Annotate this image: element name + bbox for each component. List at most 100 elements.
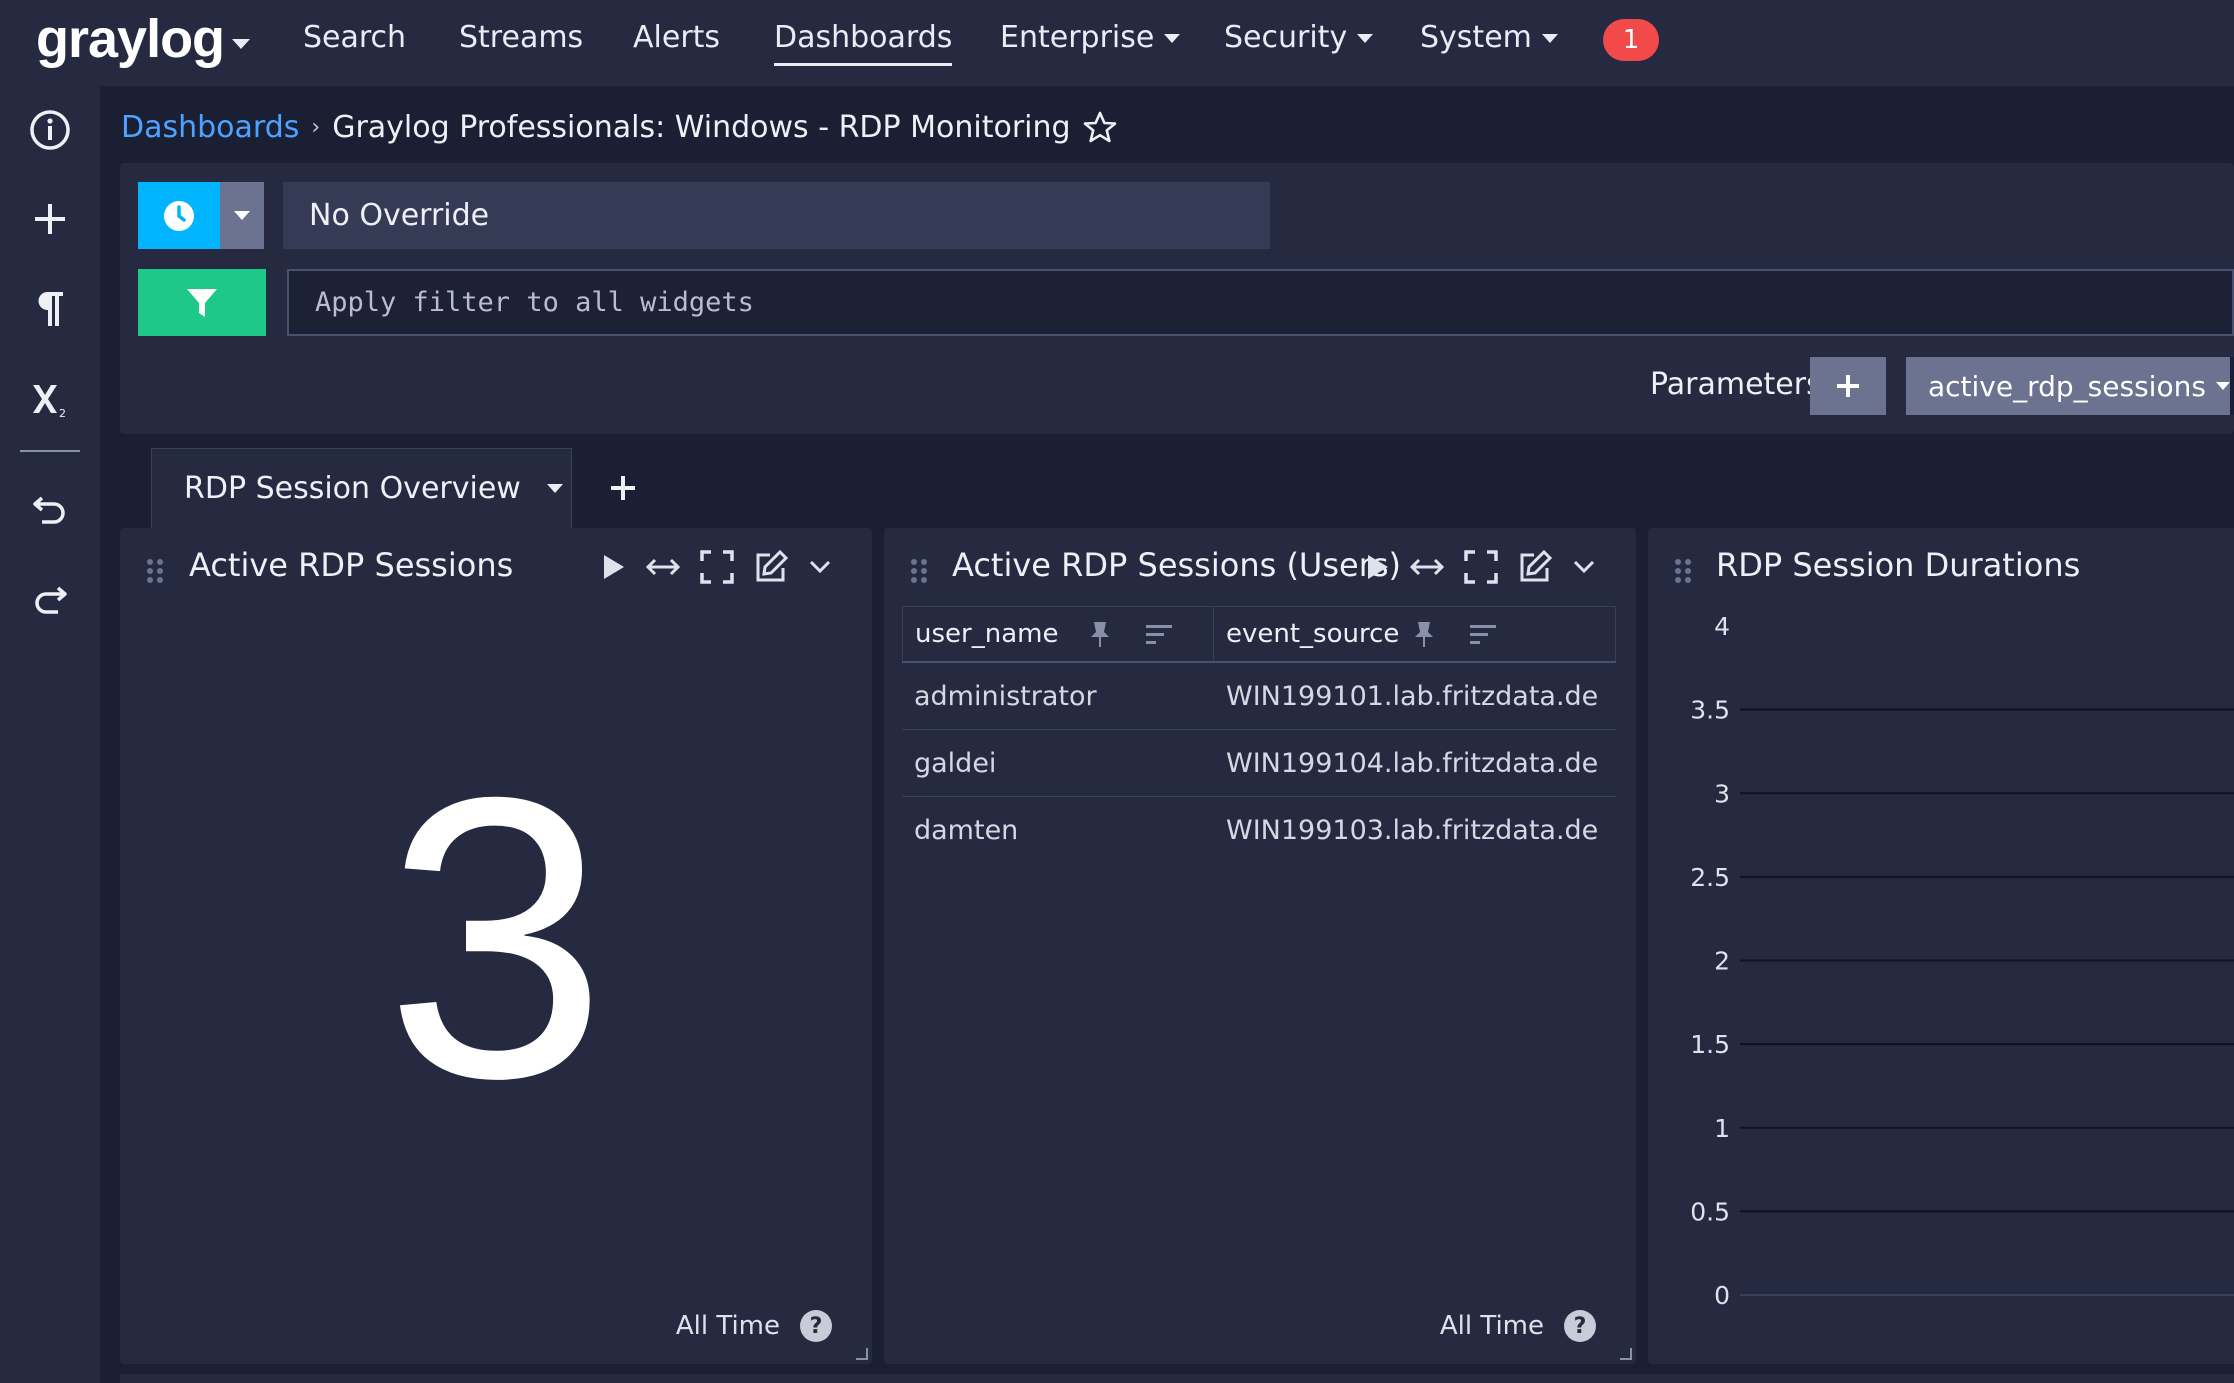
nav-enterprise[interactable]: Enterprise	[1000, 20, 1181, 55]
cell-user-name[interactable]: administrator	[902, 663, 1214, 729]
edit-icon[interactable]	[754, 550, 788, 584]
sort-icon[interactable]	[1469, 623, 1497, 645]
plus-icon	[1837, 375, 1859, 397]
timerange-dropdown-button[interactable]	[220, 182, 264, 249]
info-button[interactable]	[0, 95, 100, 165]
tab-rdp-session-overview[interactable]: RDP Session Overview	[151, 448, 572, 528]
sidebar-divider	[20, 450, 80, 452]
chevron-down-icon	[1357, 34, 1374, 43]
edit-icon[interactable]	[1518, 550, 1552, 584]
chevron-down-icon[interactable]	[546, 484, 563, 493]
data-table: user_name event_source administrator WIN…	[902, 606, 1616, 863]
nav-streams[interactable]: Streams	[459, 20, 583, 55]
timerange-label: All Time	[675, 1311, 780, 1341]
parameter-dropdown[interactable]: active_rdp_sessions	[1906, 357, 2234, 415]
redo-button[interactable]	[0, 564, 100, 634]
cell-event-source[interactable]: WIN199103.lab.fritzdata.de	[1214, 797, 1616, 863]
plus-icon	[611, 476, 635, 500]
cell-event-source[interactable]: WIN199104.lab.fritzdata.de	[1214, 730, 1616, 796]
subscript-icon: 2	[33, 385, 66, 419]
widget-actions	[600, 550, 832, 584]
filter-icon	[187, 288, 217, 317]
logo-menu-caret-icon[interactable]	[232, 36, 250, 55]
breadcrumb-dashboards-link[interactable]: Dashboards	[121, 110, 299, 145]
chevron-down-icon	[2215, 382, 2230, 390]
star-icon[interactable]	[1083, 111, 1117, 151]
add-tab-button[interactable]	[610, 466, 636, 510]
graylog-logo[interactable]: graylog	[36, 8, 225, 70]
column-header-label: user_name	[915, 619, 1059, 649]
play-icon[interactable]	[1364, 553, 1390, 581]
undo-icon	[33, 496, 65, 524]
filter-input[interactable]: Apply filter to all widgets	[287, 269, 2234, 336]
table-row: damten WIN199103.lab.fritzdata.de	[902, 797, 1616, 863]
nav-enterprise-label: Enterprise	[1000, 20, 1155, 55]
expand-horizontal-icon[interactable]	[646, 553, 680, 581]
y-tick-label: 0.5	[1690, 1197, 1730, 1226]
cell-user-name[interactable]: damten	[902, 797, 1214, 863]
add-parameter-button[interactable]	[1810, 357, 1886, 415]
plus-icon	[35, 204, 65, 234]
sort-icon[interactable]	[1145, 623, 1173, 645]
add-widget-button[interactable]	[0, 184, 100, 254]
table-header: user_name event_source	[902, 606, 1616, 663]
query-bar: No Override Apply filter to all widgets …	[120, 163, 2234, 434]
paragraph-icon	[38, 292, 63, 326]
y-tick-label: 1	[1714, 1114, 1730, 1143]
expand-horizontal-icon[interactable]	[1410, 553, 1444, 581]
drag-handle-icon[interactable]	[146, 558, 164, 588]
y-tick-label: 3.5	[1690, 696, 1730, 725]
resize-handle-icon[interactable]	[1620, 1348, 1632, 1360]
nav-security[interactable]: Security	[1224, 20, 1374, 55]
fullscreen-icon[interactable]	[1464, 550, 1498, 584]
y-tick-label: 2	[1714, 947, 1730, 976]
widget-actions	[1364, 550, 1596, 584]
notification-badge[interactable]: 1	[1603, 19, 1659, 61]
chevron-down-icon	[1541, 34, 1558, 43]
y-tick-label: 3	[1714, 779, 1730, 808]
nav-system[interactable]: System	[1420, 20, 1558, 55]
cell-event-source[interactable]: WIN199101.lab.fritzdata.de	[1214, 663, 1616, 729]
widget-footer: All Time ?	[676, 1310, 832, 1342]
column-header-event-source[interactable]: event_source	[1214, 607, 1616, 661]
redo-icon	[35, 586, 67, 614]
drag-handle-icon[interactable]	[910, 558, 928, 588]
nav-security-label: Security	[1224, 20, 1348, 55]
widget-title: Active RDP Sessions	[189, 546, 514, 584]
resize-handle-icon[interactable]	[856, 1348, 868, 1360]
top-navbar: graylog Search Streams Alerts Dashboards…	[0, 0, 2234, 86]
parameters-button[interactable]: 2	[0, 364, 100, 434]
undo-button[interactable]	[0, 474, 100, 544]
nav-search[interactable]: Search	[303, 20, 406, 55]
chevron-right-icon: ›	[311, 115, 321, 140]
clock-icon	[164, 200, 194, 231]
column-header-user-name[interactable]: user_name	[902, 607, 1214, 661]
duration-chart[interactable]: 4 3.5 3 2.5 2 1.5 1 0.5 0	[1648, 528, 2234, 1364]
widget-title: Active RDP Sessions (Users)	[952, 546, 1402, 584]
help-icon[interactable]: ?	[800, 1310, 832, 1342]
fullscreen-icon[interactable]	[700, 550, 734, 584]
page-title: Graylog Professionals: Windows - RDP Mon…	[332, 110, 1071, 145]
cell-user-name[interactable]: galdei	[902, 730, 1214, 796]
widget-footer: All Time ?	[1440, 1310, 1596, 1342]
pin-icon[interactable]	[1089, 620, 1111, 648]
next-widget-row	[120, 1374, 2234, 1383]
nav-alerts[interactable]: Alerts	[633, 20, 720, 55]
y-tick-label: 1.5	[1690, 1030, 1730, 1059]
chevron-down-icon[interactable]	[1572, 559, 1596, 575]
nav-dashboards[interactable]: Dashboards	[774, 20, 953, 66]
left-sidebar: 2	[0, 86, 100, 1383]
pin-icon[interactable]	[1413, 620, 1435, 648]
tab-label: RDP Session Overview	[184, 471, 521, 506]
timerange-button[interactable]	[138, 182, 220, 249]
timerange-override-display[interactable]: No Override	[283, 182, 1270, 249]
table-row: administrator WIN199101.lab.fritzdata.de	[902, 663, 1616, 730]
column-header-label: event_source	[1226, 619, 1400, 649]
timerange-label: All Time	[1439, 1311, 1544, 1341]
apply-filter-button[interactable]	[138, 269, 266, 336]
parameter-name: active_rdp_sessions	[1928, 369, 2206, 403]
fields-button[interactable]	[0, 274, 100, 344]
chevron-down-icon[interactable]	[808, 559, 832, 575]
help-icon[interactable]: ?	[1564, 1310, 1596, 1342]
play-icon[interactable]	[600, 553, 626, 581]
